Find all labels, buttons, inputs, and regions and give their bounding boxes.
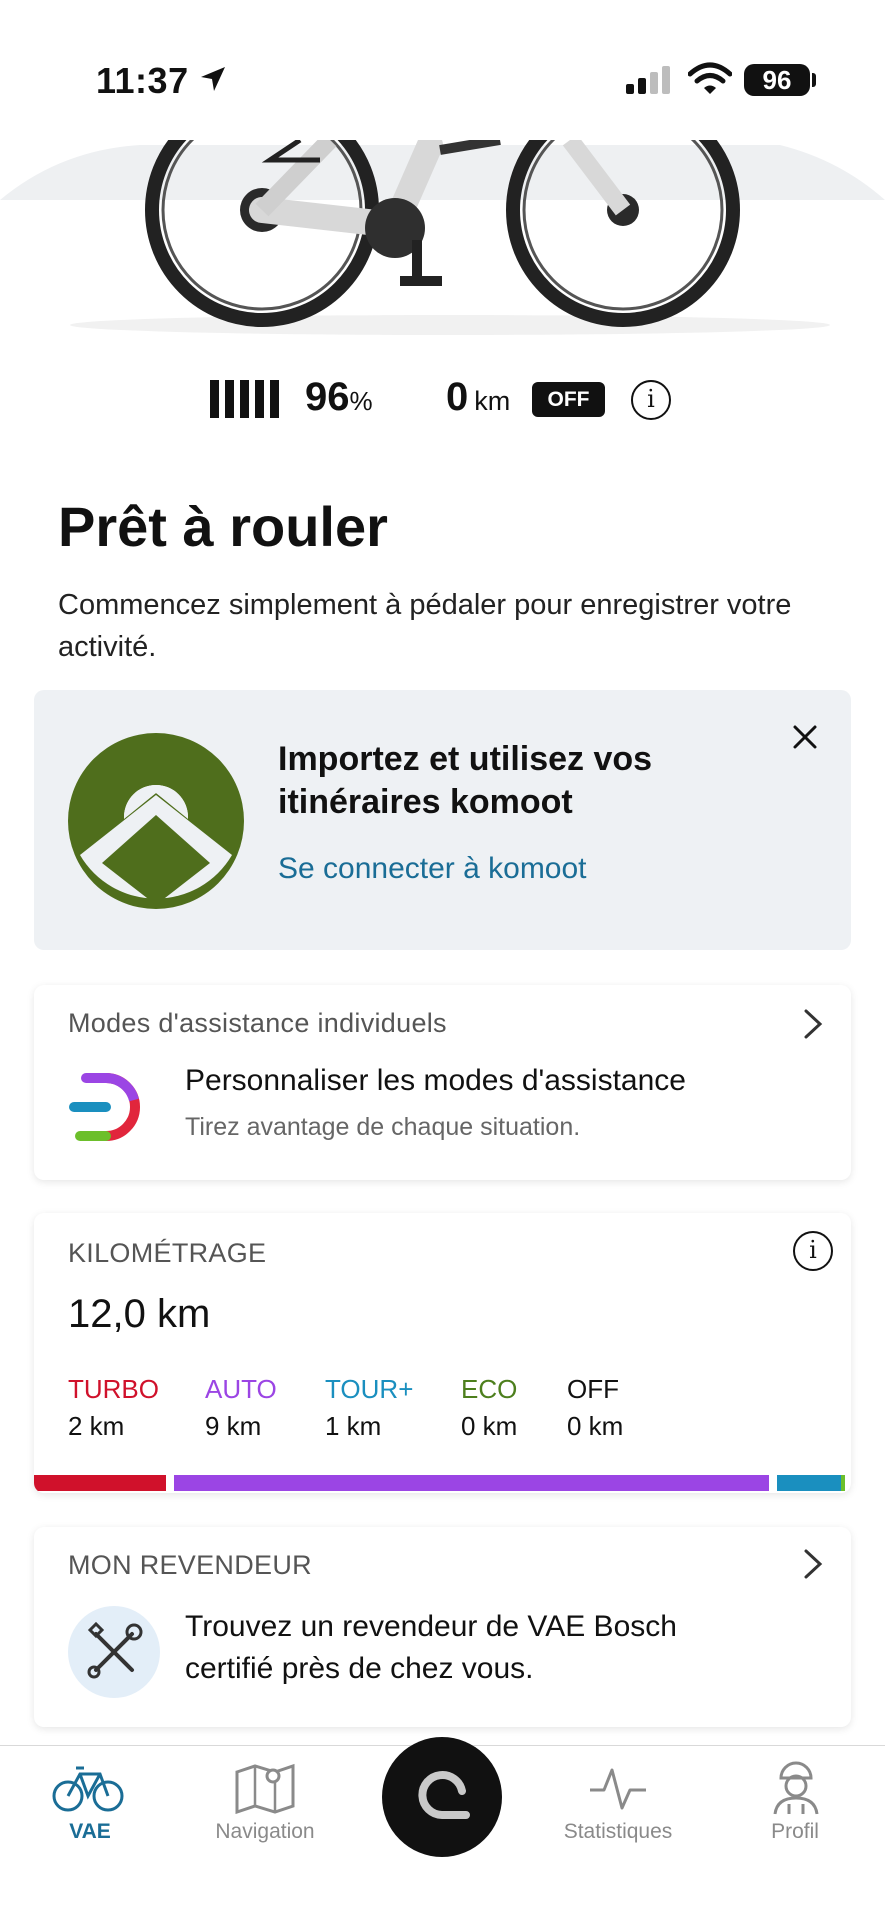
page-subtitle: Commencez simplement à pédaler pour enre… xyxy=(58,589,792,663)
cyclist-icon xyxy=(773,1761,819,1815)
dealer-label: MON REVENDEUR xyxy=(68,1550,312,1580)
tab-vae[interactable]: VAE xyxy=(0,1758,180,1878)
bike-battery-unit: % xyxy=(349,386,373,416)
map-icon xyxy=(235,1763,295,1814)
bike-icon xyxy=(52,1766,124,1812)
mileage-mode-value: 1 km xyxy=(325,1411,382,1441)
komoot-promo-title: Importez et utilisez vos itinéraires kom… xyxy=(278,740,653,821)
page-title: Prêt à rouler xyxy=(58,495,388,558)
komoot-logo-icon xyxy=(68,733,244,909)
cellular-signal-icon xyxy=(626,66,670,94)
tab-profil[interactable]: Profil xyxy=(705,1758,885,1878)
bike-image xyxy=(0,140,885,335)
assist-modes-label: Modes d'assistance individuels xyxy=(68,1008,447,1038)
bike-distance-value: 0 xyxy=(446,375,469,419)
mileage-mode-label: ECO xyxy=(461,1374,518,1404)
mileage-bar-tail xyxy=(841,1475,845,1491)
battery-bars-icon xyxy=(210,380,279,418)
ride-icon xyxy=(418,1771,470,1819)
assist-modes-subtitle: Tirez avantage de chaque situation. xyxy=(185,1113,581,1141)
close-icon[interactable] xyxy=(792,724,818,750)
battery-indicator: 96 xyxy=(744,64,810,96)
mileage-mode-label: TOUR+ xyxy=(325,1374,414,1404)
wifi-icon xyxy=(688,62,732,94)
bike-battery-value: 96 xyxy=(305,375,350,419)
mileage-mode-value: 9 km xyxy=(205,1411,262,1441)
mileage-mode-label: TURBO xyxy=(68,1374,159,1404)
chevron-right-icon[interactable] xyxy=(802,1548,824,1580)
tab-label-profil: Profil xyxy=(771,1820,819,1843)
bike-battery-percent: 96% xyxy=(305,375,373,420)
tab-label-statistiques: Statistiques xyxy=(563,1820,673,1843)
bike-light-badge: OFF xyxy=(532,382,605,417)
tab-statistiques[interactable]: Statistiques xyxy=(528,1758,708,1878)
tab-navigation[interactable]: Navigation xyxy=(175,1758,355,1878)
status-time: 11:37 xyxy=(96,60,189,101)
komoot-connect-link[interactable]: Se connecter à komoot xyxy=(278,852,587,886)
mileage-bar-segment xyxy=(777,1475,843,1491)
tab-label-navigation: Navigation xyxy=(215,1820,315,1843)
mileage-mode-label: OFF xyxy=(567,1374,619,1404)
ride-start-button[interactable] xyxy=(382,1737,502,1857)
mileage-bar-segment xyxy=(174,1475,769,1491)
dealer-text: Trouvez un revendeur de VAE Bosch certif… xyxy=(185,1610,677,1685)
assist-modes-title: Personnaliser les modes d'assistance xyxy=(185,1064,686,1097)
mileage-label: KILOMÉTRAGE xyxy=(68,1238,267,1268)
mileage-mode-value: 2 km xyxy=(68,1411,125,1441)
pulse-icon xyxy=(590,1768,646,1810)
mileage-total: 12,0 km xyxy=(68,1292,211,1336)
location-arrow-icon xyxy=(201,67,225,91)
chevron-right-icon[interactable] xyxy=(802,1008,824,1040)
mileage-mode-value: 0 km xyxy=(461,1411,518,1441)
mileage-info-icon[interactable]: i xyxy=(793,1231,833,1271)
assist-modes-icon xyxy=(69,1073,140,1141)
mileage-mode-label: AUTO xyxy=(205,1374,277,1404)
tools-icon xyxy=(68,1606,160,1698)
bike-info-icon[interactable]: i xyxy=(631,380,671,420)
battery-nub xyxy=(812,73,816,87)
tab-label-vae: VAE xyxy=(69,1820,111,1843)
bike-distance-unit: km xyxy=(474,386,511,416)
mileage-mode-value: 0 km xyxy=(567,1411,624,1441)
mileage-bar-segment xyxy=(34,1475,166,1491)
bike-distance: 0 km xyxy=(446,375,510,420)
mileage-mode-bar xyxy=(34,1475,851,1493)
